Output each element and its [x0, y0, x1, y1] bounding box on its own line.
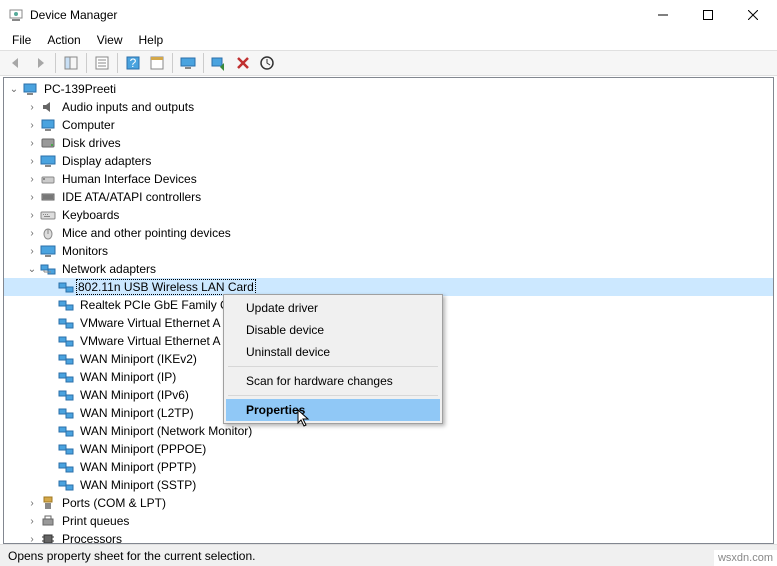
status-bar: Opens property sheet for the current sel…	[0, 544, 777, 566]
tree-category[interactable]: ›Monitors	[4, 242, 773, 260]
tree-category[interactable]: ›IDE ATA/ATAPI controllers	[4, 188, 773, 206]
tree-root-label: PC-139Preeti	[42, 82, 118, 96]
tree-category[interactable]: ›Ports (COM & LPT)	[4, 494, 773, 512]
context-menu-scan[interactable]: Scan for hardware changes	[226, 370, 440, 392]
uninstall-button[interactable]	[231, 52, 255, 74]
network-icon	[58, 297, 74, 313]
context-menu-uninstall-device[interactable]: Uninstall device	[226, 341, 440, 363]
network-icon	[58, 369, 74, 385]
tree-device[interactable]: WAN Miniport (PPTP)	[4, 458, 773, 476]
tree-category[interactable]: ›Human Interface Devices	[4, 170, 773, 188]
network-icon	[58, 279, 74, 295]
tree-category[interactable]: ›Audio inputs and outputs	[4, 98, 773, 116]
svg-text:?: ?	[130, 56, 137, 70]
show-hide-button[interactable]	[59, 52, 83, 74]
update-button[interactable]	[255, 52, 279, 74]
help-button[interactable]: ?	[121, 52, 145, 74]
minimize-button[interactable]	[640, 0, 685, 30]
network-icon	[58, 459, 74, 475]
display-icon-button[interactable]	[176, 52, 200, 74]
display-icon	[40, 153, 56, 169]
toolbar: ?	[0, 50, 777, 76]
network-icon	[58, 387, 74, 403]
context-menu-separator	[228, 366, 438, 367]
expand-icon[interactable]: ›	[24, 498, 40, 509]
monitor-icon	[40, 243, 56, 259]
expand-icon[interactable]: ›	[24, 102, 40, 113]
context-menu: Update driver Disable device Uninstall d…	[223, 294, 443, 424]
properties-sheet-button[interactable]	[90, 52, 114, 74]
app-icon	[8, 7, 24, 23]
toolbar-separator	[86, 53, 87, 73]
close-button[interactable]	[730, 0, 775, 30]
port-icon	[40, 495, 56, 511]
menu-bar: File Action View Help	[0, 30, 777, 50]
context-menu-separator	[228, 395, 438, 396]
toolbar-separator	[172, 53, 173, 73]
properties-button[interactable]	[145, 52, 169, 74]
expand-icon[interactable]: ›	[24, 516, 40, 527]
tree-category[interactable]: ›Processors	[4, 530, 773, 543]
hid-icon	[40, 171, 56, 187]
tree-root[interactable]: ⌄ PC-139Preeti	[4, 80, 773, 98]
toolbar-separator	[117, 53, 118, 73]
expand-icon[interactable]: ›	[24, 210, 40, 221]
tree-device[interactable]: WAN Miniport (SSTP)	[4, 476, 773, 494]
enable-button[interactable]	[207, 52, 231, 74]
network-icon	[58, 441, 74, 457]
window-title: Device Manager	[30, 8, 640, 22]
network-icon	[58, 423, 74, 439]
back-button[interactable]	[4, 52, 28, 74]
tree-category[interactable]: ›Print queues	[4, 512, 773, 530]
watermark-text: wsxdn.com	[714, 550, 777, 566]
network-icon	[58, 333, 74, 349]
expand-icon[interactable]: ›	[24, 534, 40, 544]
menu-help[interactable]: Help	[131, 31, 172, 49]
toolbar-separator	[203, 53, 204, 73]
expand-icon[interactable]: ›	[24, 228, 40, 239]
toolbar-separator	[55, 53, 56, 73]
network-icon	[58, 405, 74, 421]
maximize-button[interactable]	[685, 0, 730, 30]
expand-icon[interactable]: ›	[24, 156, 40, 167]
tree-category[interactable]: ›Keyboards	[4, 206, 773, 224]
network-icon	[58, 315, 74, 331]
ide-icon	[40, 189, 56, 205]
menu-action[interactable]: Action	[39, 31, 88, 49]
computer-icon	[40, 117, 56, 133]
tree-category[interactable]: ›Mice and other pointing devices	[4, 224, 773, 242]
expand-icon[interactable]: ›	[24, 120, 40, 131]
tree-category-network[interactable]: ⌄Network adapters	[4, 260, 773, 278]
network-icon	[58, 351, 74, 367]
expand-icon[interactable]: ›	[24, 192, 40, 203]
expand-icon[interactable]: ›	[24, 246, 40, 257]
collapse-icon[interactable]: ⌄	[6, 84, 22, 95]
mouse-icon	[40, 225, 56, 241]
menu-view[interactable]: View	[89, 31, 131, 49]
context-menu-disable-device[interactable]: Disable device	[226, 319, 440, 341]
disk-icon	[40, 135, 56, 151]
tree-category[interactable]: ›Disk drives	[4, 134, 773, 152]
tree-category[interactable]: ›Computer	[4, 116, 773, 134]
printer-icon	[40, 513, 56, 529]
tree-device[interactable]: WAN Miniport (PPPOE)	[4, 440, 773, 458]
cpu-icon	[40, 531, 56, 543]
network-icon	[40, 261, 56, 277]
menu-file[interactable]: File	[4, 31, 39, 49]
keyboard-icon	[40, 207, 56, 223]
expand-icon[interactable]: ›	[24, 174, 40, 185]
title-bar: Device Manager	[0, 0, 777, 30]
expand-icon[interactable]: ›	[24, 138, 40, 149]
audio-icon	[40, 99, 56, 115]
computer-icon	[22, 81, 38, 97]
context-menu-update-driver[interactable]: Update driver	[226, 297, 440, 319]
tree-device[interactable]: WAN Miniport (Network Monitor)	[4, 422, 773, 440]
collapse-icon[interactable]: ⌄	[24, 264, 40, 275]
forward-button[interactable]	[28, 52, 52, 74]
status-text: Opens property sheet for the current sel…	[8, 549, 255, 563]
tree-category[interactable]: ›Display adapters	[4, 152, 773, 170]
context-menu-properties[interactable]: Properties	[226, 399, 440, 421]
network-icon	[58, 477, 74, 493]
